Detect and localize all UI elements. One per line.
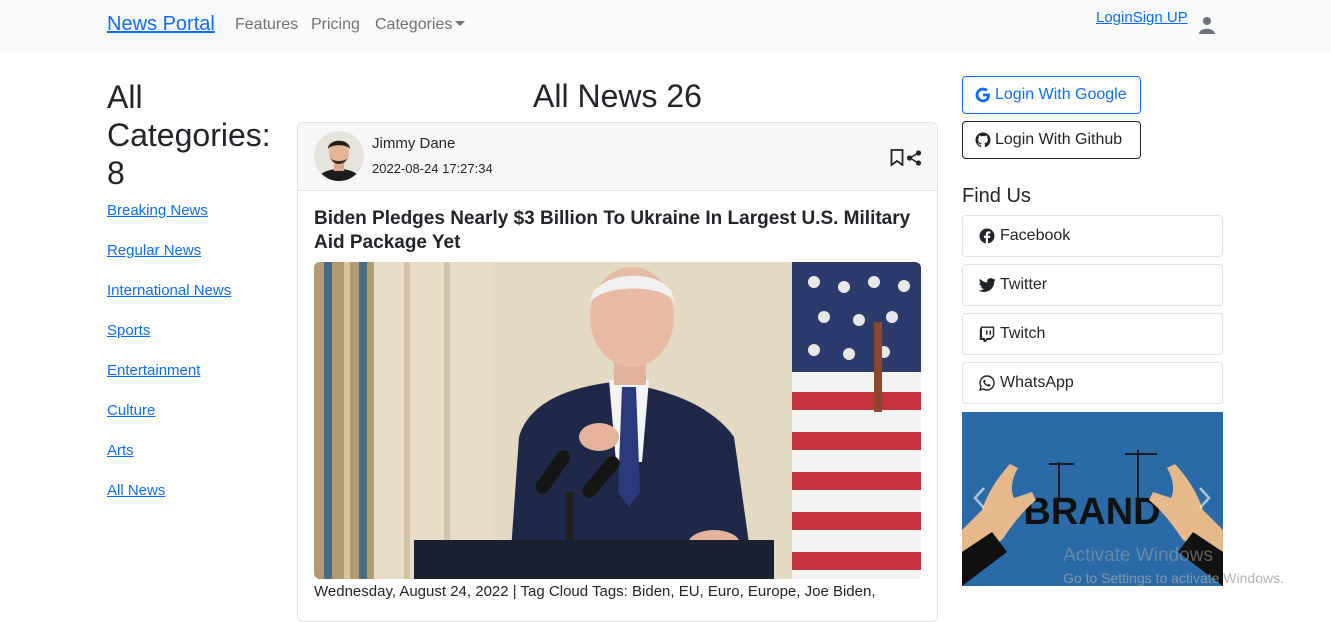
list-item: International News bbox=[107, 282, 231, 322]
list-item: All News bbox=[107, 482, 231, 522]
categories-heading: All Categories: 8 bbox=[107, 79, 271, 191]
caret-down-icon bbox=[455, 21, 466, 26]
card-header: Jimmy Dane 2022-08-24 17:27:34 bbox=[298, 123, 937, 191]
facebook-icon bbox=[979, 228, 995, 244]
article-image bbox=[314, 262, 921, 579]
list-item: Regular News bbox=[107, 242, 231, 282]
list-item: Arts bbox=[107, 442, 231, 482]
category-link-international-news[interactable]: International News bbox=[107, 282, 231, 299]
article-title[interactable]: Biden Pledges Nearly $3 Billion To Ukrai… bbox=[314, 207, 922, 255]
social-label-twitter: Twitter bbox=[1000, 276, 1048, 293]
share-icon[interactable] bbox=[906, 150, 922, 166]
category-list: Breaking News Regular News International… bbox=[107, 202, 231, 522]
social-label-whatsapp: WhatsApp bbox=[1000, 374, 1074, 391]
social-item-twitter[interactable]: Twitter bbox=[962, 264, 1223, 306]
category-link-regular-news[interactable]: Regular News bbox=[107, 242, 201, 259]
category-link-entertainment[interactable]: Entertainment bbox=[107, 362, 200, 379]
author-name: Jimmy Dane bbox=[372, 135, 456, 152]
category-link-breaking-news[interactable]: Breaking News bbox=[107, 202, 208, 219]
twitch-icon bbox=[979, 326, 995, 342]
avatar bbox=[314, 131, 364, 181]
chevron-right-icon[interactable] bbox=[1196, 486, 1212, 510]
login-github-button[interactable]: Login With Github bbox=[962, 121, 1141, 159]
google-icon bbox=[975, 87, 990, 103]
nav-features[interactable]: Features bbox=[235, 16, 298, 34]
list-item: Sports bbox=[107, 322, 231, 362]
whatsapp-icon bbox=[979, 375, 995, 391]
twitter-icon bbox=[979, 278, 995, 292]
login-google-label: Login With Google bbox=[995, 86, 1127, 103]
login-signup-link[interactable]: LoginSign UP bbox=[1096, 9, 1188, 26]
list-item: Culture bbox=[107, 402, 231, 442]
github-icon bbox=[975, 132, 991, 148]
social-item-twitch[interactable]: Twitch bbox=[962, 313, 1223, 355]
publish-date: 2022-08-24 17:27:34 bbox=[372, 161, 493, 176]
social-list: Facebook Twitter Twitch WhatsApp bbox=[962, 215, 1223, 411]
chevron-left-icon[interactable] bbox=[972, 486, 988, 510]
news-card: Jimmy Dane 2022-08-24 17:27:34 Biden Ple… bbox=[297, 122, 938, 622]
social-label-facebook: Facebook bbox=[1000, 227, 1071, 244]
list-item: Breaking News bbox=[107, 202, 231, 242]
article-meta: Wednesday, August 24, 2022 | Tag Cloud T… bbox=[314, 583, 876, 600]
nav-pricing[interactable]: Pricing bbox=[311, 16, 360, 34]
social-item-facebook[interactable]: Facebook bbox=[962, 215, 1223, 257]
navbar: News Portal Features Pricing Categories … bbox=[0, 0, 1331, 52]
social-item-whatsapp[interactable]: WhatsApp bbox=[962, 362, 1223, 404]
social-label-twitch: Twitch bbox=[1000, 325, 1046, 342]
bookmark-icon[interactable] bbox=[890, 149, 904, 166]
category-link-sports[interactable]: Sports bbox=[107, 322, 150, 339]
brand-link[interactable]: News Portal bbox=[107, 13, 215, 36]
nav-categories-label: Categories bbox=[375, 16, 453, 33]
find-us-heading: Find Us bbox=[962, 185, 1031, 207]
avatar-image bbox=[314, 131, 364, 181]
page-title: All News 26 bbox=[533, 78, 702, 114]
list-item: Entertainment bbox=[107, 362, 231, 402]
login-google-button[interactable]: Login With Google bbox=[962, 76, 1141, 114]
category-link-arts[interactable]: Arts bbox=[107, 442, 134, 459]
user-icon[interactable] bbox=[1199, 16, 1215, 34]
activate-windows-subtitle: Go to Settings to activate Windows. bbox=[1063, 570, 1284, 586]
nav-categories-dropdown[interactable]: Categories bbox=[375, 16, 466, 34]
login-github-label: Login With Github bbox=[995, 131, 1123, 148]
activate-windows-title: Activate Windows bbox=[1063, 545, 1213, 566]
category-link-all-news[interactable]: All News bbox=[107, 482, 165, 499]
brand-text: BRAND bbox=[1023, 491, 1160, 533]
category-link-culture[interactable]: Culture bbox=[107, 402, 155, 419]
